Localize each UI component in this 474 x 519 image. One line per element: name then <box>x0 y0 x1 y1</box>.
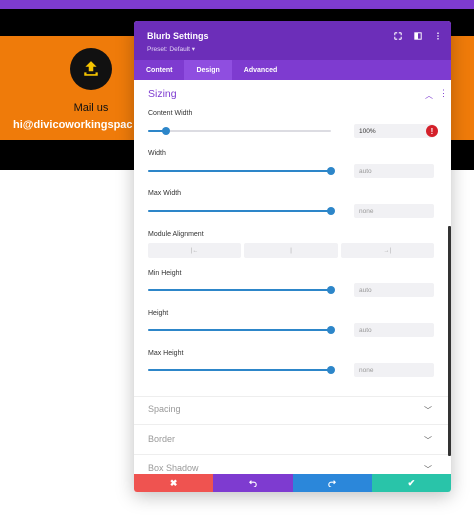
section-divider <box>134 396 451 397</box>
max-width-label: Max Width <box>148 190 182 197</box>
max-width-slider[interactable] <box>148 207 335 215</box>
split-view-icon[interactable] <box>413 31 423 41</box>
preset-selector[interactable]: Preset: Default ▾ <box>147 45 195 53</box>
width-slider[interactable] <box>148 167 335 175</box>
screen: Mail us hi@divicoworkingspac Blurb Setti… <box>0 0 474 519</box>
modal-tabs: Content Design Advanced <box>134 60 451 80</box>
blurb-email: hi@divicoworkingspac <box>13 119 133 131</box>
page-top-bar <box>0 0 474 9</box>
modal-header: Blurb Settings Preset: Default ▾ <box>134 21 451 60</box>
fullscreen-icon[interactable] <box>393 31 403 41</box>
height-input[interactable]: auto <box>354 323 434 337</box>
tab-advanced[interactable]: Advanced <box>232 60 289 80</box>
min-height-slider[interactable] <box>148 286 335 294</box>
module-alignment-control: |← | →| <box>148 243 434 258</box>
width-input[interactable]: auto <box>354 164 434 178</box>
slider-handle[interactable] <box>327 366 335 374</box>
close-icon: ✖ <box>169 477 178 488</box>
slider-handle[interactable] <box>327 286 335 294</box>
chevron-up-icon[interactable]: ︿ <box>425 90 433 101</box>
slider-handle[interactable] <box>327 326 335 334</box>
max-height-label: Max Height <box>148 350 184 357</box>
slider-handle[interactable] <box>327 207 335 215</box>
modal-footer: ✖ ✔ <box>134 474 451 492</box>
chevron-down-icon[interactable]: ﹀ <box>424 435 432 446</box>
tab-content[interactable]: Content <box>134 60 184 80</box>
max-height-input[interactable]: none <box>354 363 434 377</box>
warning-icon[interactable]: ! <box>426 125 438 137</box>
align-center-button[interactable]: | <box>244 243 338 258</box>
min-height-label: Min Height <box>148 270 182 277</box>
width-label: Width <box>148 150 166 157</box>
content-width-label: Content Width <box>148 110 193 117</box>
header-actions <box>393 31 443 41</box>
blurb-settings-modal: Blurb Settings Preset: Default ▾ Content… <box>134 21 451 492</box>
max-width-input[interactable]: none <box>354 204 434 218</box>
max-height-slider[interactable] <box>148 366 335 374</box>
check-icon: ✔ <box>407 477 416 488</box>
slider-fill <box>148 289 331 291</box>
content-width-input[interactable]: 100% <box>354 124 434 138</box>
undo-icon <box>248 480 257 487</box>
upload-icon <box>84 61 98 76</box>
save-button[interactable]: ✔ <box>371 474 451 492</box>
slider-handle[interactable] <box>162 127 171 135</box>
align-right-button[interactable]: →| <box>340 243 434 258</box>
content-width-slider[interactable] <box>148 127 331 135</box>
section-options-icon[interactable]: ⋮ <box>439 89 448 98</box>
undo-button[interactable] <box>213 474 293 492</box>
section-spacing-title[interactable]: Spacing <box>148 404 181 414</box>
slider-handle[interactable] <box>327 167 335 175</box>
blurb-icon-circle <box>70 48 112 90</box>
module-alignment-label: Module Alignment <box>148 231 204 238</box>
modal-title: Blurb Settings <box>147 31 209 41</box>
section-box-shadow-title[interactable]: Box Shadow <box>148 463 199 473</box>
min-height-input[interactable]: auto <box>354 283 434 297</box>
height-label: Height <box>148 310 169 317</box>
align-left-button[interactable]: |← <box>148 243 242 258</box>
more-options-icon[interactable] <box>433 31 443 41</box>
section-border-title[interactable]: Border <box>148 434 175 444</box>
cancel-button[interactable]: ✖ <box>134 474 214 492</box>
slider-fill <box>148 369 331 371</box>
height-slider[interactable] <box>148 326 335 334</box>
modal-body: Sizing ︿ ⋮ Content Width 100% ! Width au… <box>134 80 451 474</box>
section-divider <box>134 454 451 455</box>
blurb-title: Mail us <box>73 102 109 114</box>
tab-design[interactable]: Design <box>184 60 232 80</box>
slider-fill <box>148 170 331 172</box>
slider-fill <box>148 329 331 331</box>
slider-fill <box>148 210 331 212</box>
section-divider <box>134 424 451 425</box>
section-sizing-title[interactable]: Sizing <box>148 88 177 100</box>
chevron-down-icon[interactable]: ﹀ <box>424 405 432 416</box>
redo-button[interactable] <box>292 474 372 492</box>
scrollbar[interactable] <box>448 226 451 456</box>
chevron-down-icon[interactable]: ﹀ <box>424 464 432 474</box>
redo-icon <box>328 480 337 487</box>
